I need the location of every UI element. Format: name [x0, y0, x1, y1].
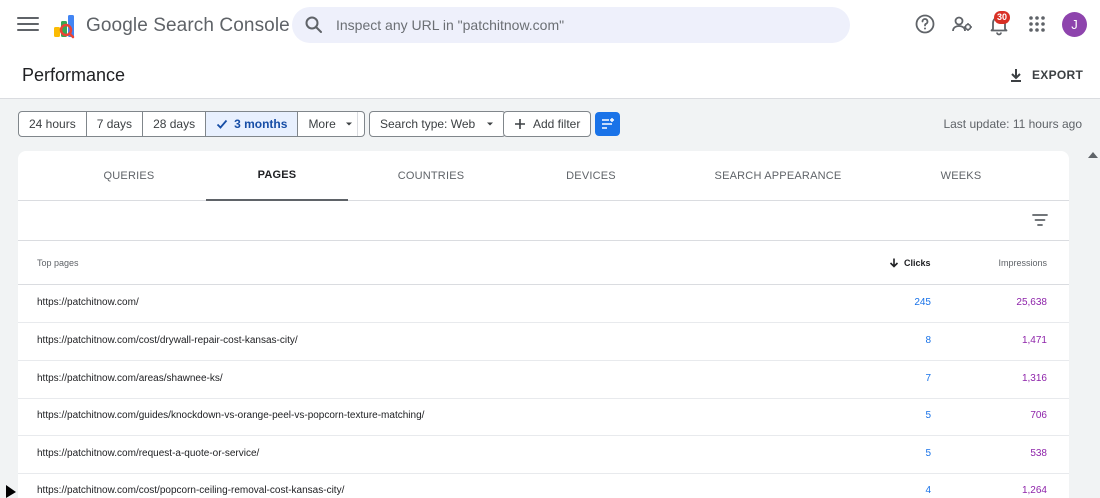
add-filter-button[interactable]: Add filter — [503, 111, 592, 137]
filter-tune-icon — [601, 118, 614, 129]
date-range-3-months[interactable]: 3 months — [206, 112, 299, 136]
table-row[interactable]: https://patchitnow.com/areas/shawnee-ks/… — [18, 361, 1069, 399]
page-url: https://patchitnow.com/cost/drywall-repa… — [37, 335, 298, 346]
clicks-value: 4 — [925, 485, 931, 496]
date-range-label: 28 days — [153, 117, 196, 131]
table-row[interactable]: https://patchitnow.com/ 245 25,638 — [18, 285, 1069, 323]
impressions-value: 706 — [1030, 410, 1047, 421]
search-type-label: Search type: Web — [380, 117, 476, 131]
checkmark-icon — [216, 119, 228, 129]
tab-pages[interactable]: PAGES — [206, 151, 348, 201]
search-type-dropdown[interactable]: Search type: Web — [369, 111, 507, 137]
page-url: https://patchitnow.com/ — [37, 297, 139, 308]
clicks-value: 7 — [925, 373, 931, 384]
last-update-text: Last update: 11 hours ago — [943, 117, 1082, 131]
top-app-bar: Google Search Console 30 J — [0, 0, 1100, 52]
column-header-top-pages[interactable]: Top pages — [37, 258, 79, 268]
date-range-selector: 24 hours 7 days 28 days 3 months More — [18, 111, 365, 137]
dropdown-arrow-icon — [487, 122, 494, 126]
export-button[interactable]: EXPORT — [1008, 65, 1083, 85]
filter-settings-button[interactable] — [595, 112, 620, 136]
date-range-label: More — [308, 117, 336, 131]
dropdown-arrow-icon — [345, 122, 352, 126]
performance-table-card: QUERIES PAGES COUNTRIES DEVICES SEARCH A… — [18, 151, 1069, 498]
clicks-value: 245 — [914, 297, 931, 308]
impressions-value: 1,264 — [1021, 485, 1047, 496]
export-label: EXPORT — [1032, 68, 1084, 82]
table-header: Top pages Clicks Impressions — [18, 241, 1069, 285]
table-row[interactable]: https://patchitnow.com/guides/knockdown-… — [18, 398, 1069, 436]
tab-queries[interactable]: QUERIES — [64, 151, 194, 201]
clicks-value: 5 — [925, 448, 931, 459]
table-filter-row — [18, 201, 1069, 241]
impressions-value: 1,316 — [1021, 373, 1047, 384]
clicks-value: 8 — [925, 335, 931, 346]
page-title: Performance — [22, 65, 126, 85]
impressions-value: 25,638 — [1016, 297, 1047, 308]
search-icon — [305, 16, 322, 33]
table-row[interactable]: https://patchitnow.com/cost/popcorn-ceil… — [18, 473, 1069, 498]
page-url: https://patchitnow.com/cost/popcorn-ceil… — [37, 485, 345, 496]
impressions-value: 1,471 — [1021, 335, 1047, 346]
account-avatar[interactable]: J — [1062, 12, 1087, 37]
manage-users-icon[interactable] — [950, 12, 974, 36]
date-range-24-hours[interactable]: 24 hours — [19, 112, 87, 136]
search-console-logo[interactable] — [52, 12, 80, 40]
date-range-label: 24 hours — [29, 117, 76, 131]
clicks-header-label: Clicks — [904, 258, 931, 268]
sort-descending-icon — [889, 258, 899, 268]
clicks-value: 5 — [925, 410, 931, 421]
help-icon[interactable] — [913, 12, 937, 36]
date-range-label: 3 months — [234, 117, 288, 131]
filter-divider — [357, 112, 358, 136]
column-header-clicks[interactable]: Clicks — [888, 257, 931, 269]
filter-rows-icon[interactable] — [1030, 210, 1050, 230]
date-range-28-days[interactable]: 28 days — [143, 112, 207, 136]
add-filter-label: Add filter — [533, 117, 581, 131]
page-url: https://patchitnow.com/areas/shawnee-ks/ — [37, 373, 223, 384]
product-name: Google Search Console — [86, 15, 290, 36]
tab-search-appearance[interactable]: SEARCH APPEARANCE — [698, 151, 858, 201]
dimension-tabs: QUERIES PAGES COUNTRIES DEVICES SEARCH A… — [18, 151, 1069, 201]
mouse-cursor-icon — [6, 485, 16, 498]
tab-devices[interactable]: DEVICES — [526, 151, 656, 201]
tab-countries[interactable]: COUNTRIES — [366, 151, 496, 201]
main-menu-icon[interactable] — [17, 14, 39, 36]
page-url: https://patchitnow.com/request-a-quote-o… — [37, 448, 260, 459]
scroll-up-arrow[interactable] — [1088, 152, 1098, 158]
apps-grid-icon[interactable] — [1025, 12, 1049, 36]
download-icon — [1011, 69, 1021, 82]
page-url: https://patchitnow.com/guides/knockdown-… — [37, 410, 425, 421]
impressions-value: 538 — [1030, 448, 1047, 459]
table-row[interactable]: https://patchitnow.com/cost/drywall-repa… — [18, 323, 1069, 361]
column-header-impressions[interactable]: Impressions — [998, 258, 1047, 268]
table-row[interactable]: https://patchitnow.com/request-a-quote-o… — [18, 436, 1069, 474]
date-range-more-dropdown[interactable]: More — [298, 112, 363, 136]
url-inspection-input[interactable] — [336, 7, 836, 43]
notification-count-badge: 30 — [994, 11, 1010, 24]
tab-weeks[interactable]: WEEKS — [898, 151, 1024, 201]
page-header: Performance EXPORT — [0, 52, 1100, 99]
plus-icon — [515, 119, 525, 129]
url-inspection-search[interactable] — [292, 7, 850, 43]
date-range-label: 7 days — [96, 117, 133, 131]
date-range-7-days[interactable]: 7 days — [87, 112, 144, 136]
